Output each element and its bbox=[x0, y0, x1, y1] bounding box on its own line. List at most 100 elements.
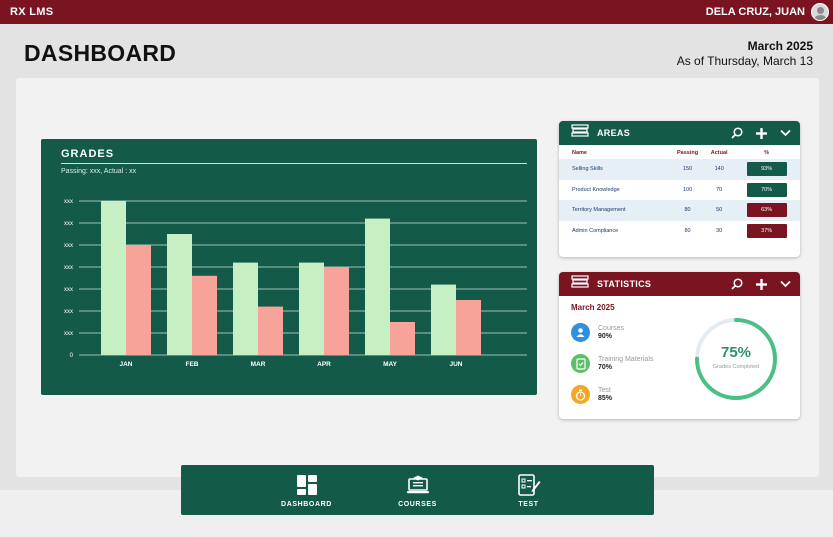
user-menu[interactable]: DELA CRUZ, JUAN bbox=[706, 3, 829, 21]
column-header-actual: Actual bbox=[710, 150, 728, 156]
stat-test: Test 85% bbox=[571, 385, 612, 404]
percent-badge: 93% bbox=[746, 162, 787, 177]
areas-header: AREAS bbox=[559, 121, 800, 145]
bottom-nav: DASHBOARD COURSES TEST bbox=[181, 465, 654, 515]
stat-label: Training Materials bbox=[598, 356, 654, 363]
grades-panel: 0 xxx xxx xxx xxx xxx xxx xxx JAN FEB MAR APR MAY JUN… bbox=[41, 139, 537, 395]
areas-card: AREAS Name Passing Actual % Selling Skil… bbox=[559, 121, 800, 257]
bar[interactable] bbox=[390, 322, 415, 355]
x-tick-label: MAR bbox=[251, 361, 266, 368]
nav-courses[interactable]: COURSES bbox=[378, 472, 458, 508]
bar[interactable] bbox=[299, 262, 324, 355]
stat-courses: Courses 90% bbox=[571, 323, 624, 342]
table-row[interactable]: Selling Skills 150 140 93% bbox=[559, 159, 800, 180]
stat-value: 70% bbox=[598, 364, 613, 371]
percent-badge: 37% bbox=[746, 223, 787, 238]
dashboard-icon bbox=[294, 472, 320, 498]
area-name: Selling Skills bbox=[559, 159, 670, 180]
bar[interactable] bbox=[167, 234, 192, 355]
user-name: DELA CRUZ, JUAN bbox=[705, 6, 805, 18]
nav-label: DASHBOARD bbox=[281, 501, 332, 508]
statistics-card: STATISTICS March 2025 Courses 90% Traini… bbox=[559, 272, 800, 419]
area-passing: 100 bbox=[682, 186, 693, 193]
column-header-name: Name bbox=[572, 150, 587, 156]
area-passing: 80 bbox=[684, 227, 691, 234]
date-block: March 2025 As of Thursday, March 13 bbox=[677, 39, 813, 68]
table-row[interactable]: Admin Compliance 80 30 37% bbox=[559, 221, 800, 242]
plus-icon[interactable] bbox=[754, 126, 768, 140]
grades-title: GRADES bbox=[61, 148, 115, 160]
y-tick-label: xxx bbox=[64, 243, 73, 249]
areas-title: AREAS bbox=[597, 128, 631, 138]
table-row[interactable]: Territory Management 80 50 63% bbox=[559, 200, 800, 221]
bar[interactable] bbox=[258, 306, 283, 355]
percent-badge: 70% bbox=[746, 182, 787, 197]
y-tick-label: xxx bbox=[64, 265, 73, 271]
area-name: Product Knowledge bbox=[572, 186, 620, 193]
x-tick-label: FEB bbox=[186, 361, 199, 368]
area-actual: 50 bbox=[705, 200, 734, 221]
nav-label: COURSES bbox=[398, 501, 437, 508]
y-tick-label: xxx bbox=[64, 199, 73, 205]
x-tick-label: JUN bbox=[449, 361, 462, 368]
courses-icon bbox=[405, 472, 431, 498]
table-row[interactable]: Product Knowledge 100 70 70% bbox=[559, 180, 800, 201]
nav-dashboard[interactable]: DASHBOARD bbox=[267, 472, 347, 508]
bar[interactable] bbox=[324, 267, 349, 355]
y-tick-label: xxx bbox=[64, 287, 73, 293]
x-tick-label: MAY bbox=[383, 361, 398, 368]
document-icon bbox=[571, 354, 590, 373]
completion-label: Grades Completed bbox=[712, 364, 760, 370]
search-icon[interactable] bbox=[730, 277, 744, 291]
grades-chart: 0 xxx xxx xxx xxx xxx xxx xxx JAN FEB MAR APR MAY JUN bbox=[64, 199, 527, 368]
completion-percent: 75% bbox=[720, 344, 752, 361]
y-tick-label: xxx bbox=[64, 309, 73, 315]
nav-test[interactable]: TEST bbox=[489, 472, 569, 508]
chevron-down-icon[interactable] bbox=[778, 126, 792, 140]
bar[interactable] bbox=[365, 218, 390, 355]
bar[interactable] bbox=[101, 201, 126, 355]
statistics-header: STATISTICS bbox=[559, 272, 800, 296]
y-tick-label: 0 bbox=[70, 353, 74, 359]
current-month: March 2025 bbox=[747, 39, 813, 53]
plus-icon[interactable] bbox=[754, 277, 768, 291]
areas-table: Name Passing Actual % Selling Skills 150… bbox=[559, 147, 800, 241]
books-icon bbox=[571, 275, 589, 293]
area-passing: 150 bbox=[669, 159, 706, 180]
stat-label: Test bbox=[598, 387, 611, 394]
user-icon bbox=[571, 323, 590, 342]
chevron-down-icon[interactable] bbox=[778, 277, 792, 291]
avatar[interactable] bbox=[811, 3, 829, 21]
stat-label: Courses bbox=[598, 325, 625, 332]
stat-value: 90% bbox=[598, 333, 613, 340]
grades-title-divider bbox=[61, 163, 527, 164]
bar[interactable] bbox=[431, 284, 456, 355]
area-passing: 80 bbox=[669, 200, 706, 221]
percent-badge: 63% bbox=[746, 203, 787, 218]
area-actual: 70 bbox=[716, 186, 723, 193]
stat-training-materials: Training Materials 70% bbox=[571, 354, 653, 373]
as-of-date: As of Thursday, March 13 bbox=[676, 54, 813, 68]
area-actual: 30 bbox=[716, 227, 723, 234]
search-icon[interactable] bbox=[730, 126, 744, 140]
x-tick-label: JAN bbox=[119, 361, 132, 368]
grades-subtitle: Passing: xxx, Actual : xx bbox=[61, 168, 137, 175]
nav-label: TEST bbox=[518, 501, 539, 508]
y-tick-label: xxx bbox=[64, 221, 73, 227]
bar[interactable] bbox=[192, 275, 217, 355]
x-tick-label: APR bbox=[317, 361, 331, 368]
area-name: Admin Compliance bbox=[572, 227, 619, 234]
stopwatch-icon bbox=[571, 385, 590, 404]
column-header-percent: % bbox=[764, 150, 770, 156]
bar[interactable] bbox=[126, 245, 151, 355]
y-tick-label: xxx bbox=[64, 331, 73, 337]
test-icon bbox=[516, 472, 542, 498]
app-brand: RX LMS bbox=[10, 6, 54, 18]
bar[interactable] bbox=[233, 262, 258, 355]
area-name: Territory Management bbox=[559, 200, 670, 221]
stat-value: 85% bbox=[598, 395, 613, 402]
bar[interactable] bbox=[456, 300, 481, 355]
statistics-month: March 2025 bbox=[571, 303, 615, 312]
column-header-passing: Passing bbox=[677, 150, 699, 156]
area-actual: 140 bbox=[705, 159, 734, 180]
